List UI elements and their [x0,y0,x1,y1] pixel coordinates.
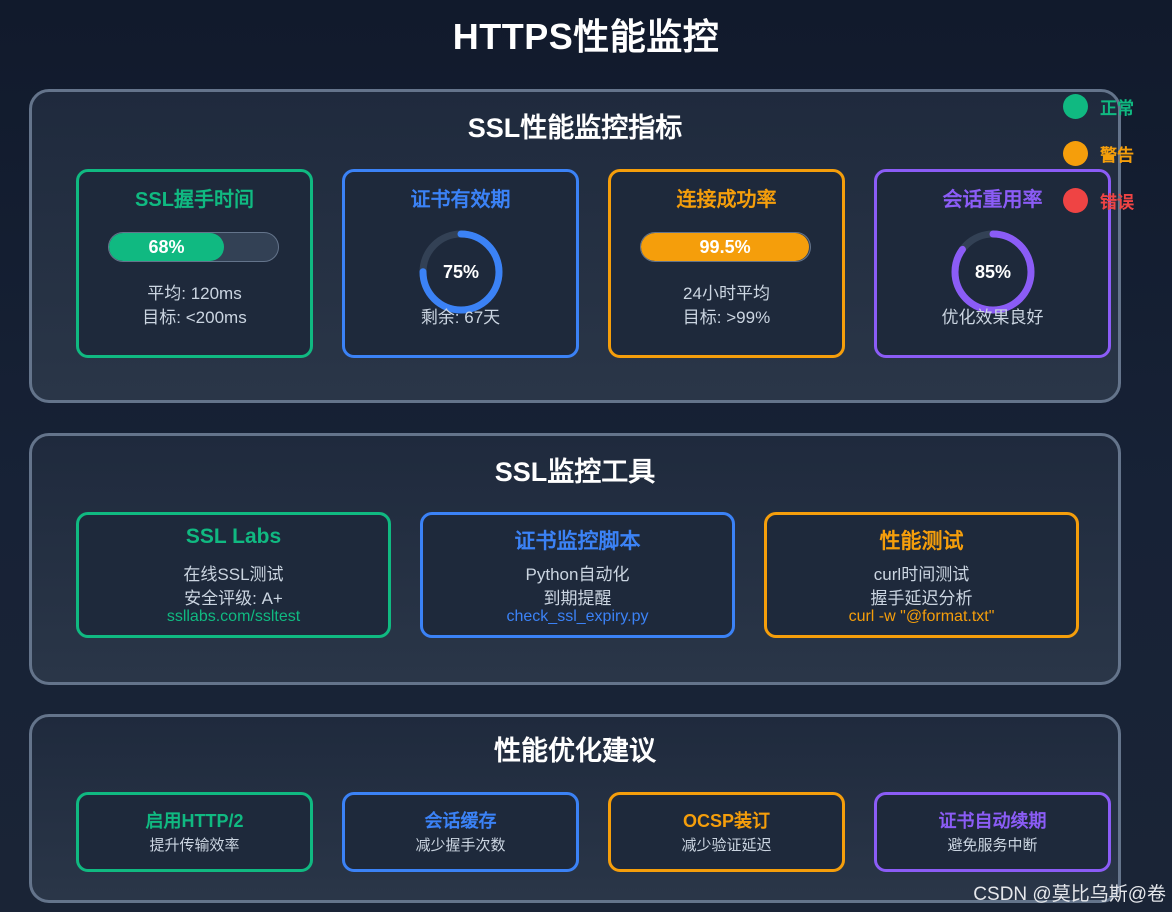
session-reuse-note-text: 优化效果良好 [941,308,1044,327]
cert-script-link[interactable]: check_ssl_expiry.py [423,608,732,626]
ssl-labs-title: SSL Labs [185,525,282,548]
tip-session-cache-card: 会话缓存 减少握手次数 [342,792,579,872]
tip-session-cache-title: 会话缓存 [424,811,497,831]
legend-normal: 正常 [1063,93,1134,119]
handshake-progress-label: 68% [148,236,185,257]
handshake-target-text: 目标: <200ms [142,308,247,327]
tools-panel-title: SSL监控工具 [494,457,656,487]
handshake-time-title: SSL握手时间 [135,189,254,211]
success-rate-progress-bar: 99.5% [640,232,811,262]
success-rate-title: 连接成功率 [676,189,777,211]
legend-warning-label: 警告 [1100,145,1134,165]
error-status-dot [1063,187,1088,213]
perf-test-desc-1: curl时间测试 [873,565,970,584]
perf-test-card: 性能测试 curl时间测试 握手延迟分析 curl -w "@format.tx… [764,512,1079,638]
success-rate-card: 连接成功率 99.5% 24小时平均 目标: >99% [608,169,845,358]
tip-http2-desc: 提升传输效率 [149,837,240,854]
ssl-labs-desc-2: 安全评级: A+ [184,589,283,608]
cert-script-desc-2: 到期提醒 [543,589,612,608]
cert-script-card: 证书监控脚本 Python自动化 到期提醒 check_ssl_expiry.p… [420,512,735,638]
tip-ocsp-title: OCSP装订 [682,811,770,831]
cert-script-desc-1: Python自动化 [525,565,630,584]
legend-error-label: 错误 [1100,192,1134,212]
ssl-labs-link[interactable]: ssllabs.com/ssltest [79,608,388,626]
tips-panel-title: 性能优化建议 [494,736,656,766]
tip-ocsp-desc: 减少验证延迟 [681,837,772,854]
page-title: HTTPS性能监控 [452,16,720,57]
watermark: CSDN @莫比乌斯@卷 [973,884,1166,905]
tip-auto-renew-desc: 避免服务中断 [947,837,1038,854]
cert-validity-card: 证书有效期 75% 剩余: 67天 [342,169,579,358]
tip-ocsp-card: OCSP装订 减少验证延迟 [608,792,845,872]
tip-http2-title: 启用HTTP/2 [145,811,244,831]
cert-script-title: 证书监控脚本 [514,530,641,553]
warning-status-dot [1063,140,1088,166]
cert-validity-title: 证书有效期 [410,189,511,211]
tip-session-cache-desc: 减少握手次数 [415,837,506,854]
tips-panel: 性能优化建议 启用HTTP/2 提升传输效率 会话缓存 减少握手次数 OCSP装… [29,714,1121,903]
tip-http2-card: 启用HTTP/2 提升传输效率 [76,792,313,872]
legend-error: 错误 [1063,187,1134,213]
cert-remaining-text: 剩余: 67天 [420,308,501,327]
handshake-time-card: SSL握手时间 68% 平均: 120ms 目标: <200ms [76,169,313,358]
ssl-labs-card: SSL Labs 在线SSL测试 安全评级: A+ ssllabs.com/ss… [76,512,391,638]
metrics-panel: SSL性能监控指标 SSL握手时间 68% 平均: 120ms 目标: <200… [29,89,1121,403]
legend-warning: 警告 [1063,140,1134,166]
legend-normal-label: 正常 [1100,98,1134,118]
handshake-avg-text: 平均: 120ms [147,284,242,303]
normal-status-dot [1063,93,1088,119]
tip-auto-renew-title: 证书自动续期 [938,811,1047,831]
tip-auto-renew-card: 证书自动续期 避免服务中断 [874,792,1111,872]
perf-test-desc-2: 握手延迟分析 [870,589,973,608]
ssl-labs-desc-1: 在线SSL测试 [183,565,284,584]
handshake-progress-bar: 68% [108,232,279,262]
tools-panel: SSL监控工具 SSL Labs 在线SSL测试 安全评级: A+ ssllab… [29,433,1121,685]
success-rate-progress-label: 99.5% [699,236,751,257]
success-rate-target-text: 目标: >99% [682,308,771,327]
success-rate-period-text: 24小时平均 [683,284,770,303]
perf-test-command[interactable]: curl -w "@format.txt" [767,608,1076,626]
perf-test-title: 性能测试 [879,530,964,553]
metrics-panel-title: SSL性能监控指标 [467,113,683,143]
